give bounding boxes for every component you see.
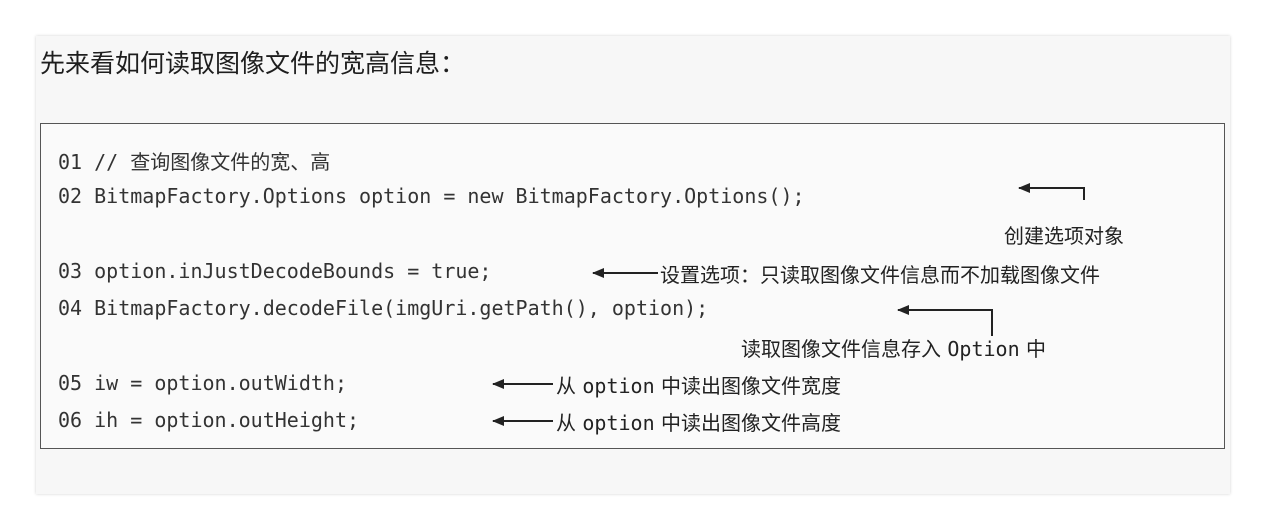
annotation-line05: 从 option 中读出图像文件宽度 bbox=[556, 374, 841, 398]
section-heading: 先来看如何读取图像文件的宽高信息： bbox=[40, 49, 466, 78]
annotation-line06: 从 option 中读出图像文件高度 bbox=[556, 411, 841, 435]
document-page: 先来看如何读取图像文件的宽高信息： 01 // 查询图像文件的宽、高 02 Bi… bbox=[36, 36, 1230, 494]
annotation-line03: 设置选项：只读取图像文件信息而不加载图像文件 bbox=[660, 263, 1100, 287]
code-listing-box: 01 // 查询图像文件的宽、高 02 BitmapFactory.Option… bbox=[40, 123, 1225, 449]
annotation-line04: 读取图像文件信息存入 Option 中 bbox=[741, 337, 1046, 361]
arrow-line02 bbox=[1018, 183, 1085, 200]
annotation-line02: 创建选项对象 bbox=[1004, 224, 1124, 248]
